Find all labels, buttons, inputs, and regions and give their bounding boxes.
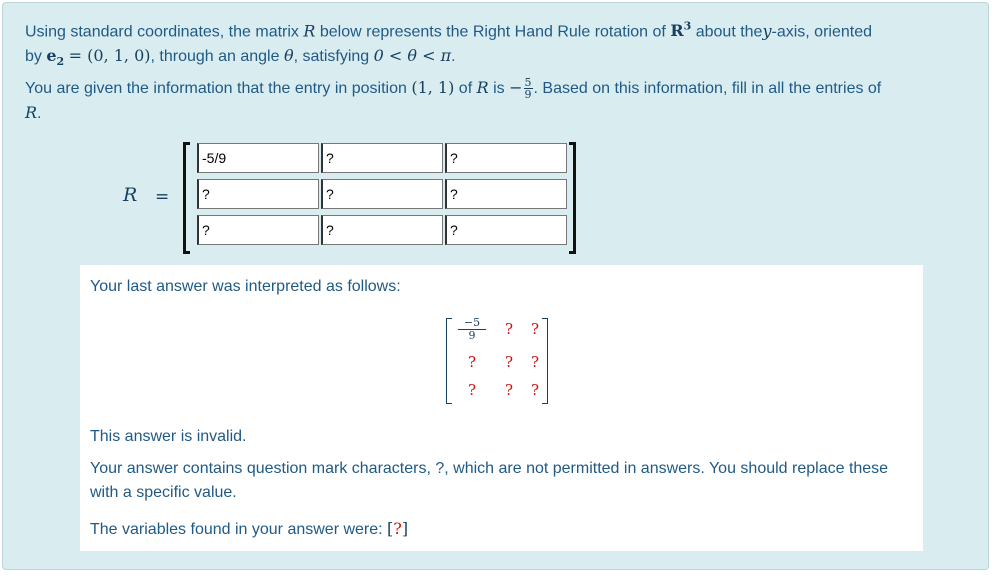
left-bracket: [183, 142, 190, 254]
math-R: R: [303, 21, 316, 41]
text: . Based on this information, fill in all…: [533, 80, 882, 97]
text: You are given the information that the e…: [25, 80, 407, 97]
math-minus: −: [509, 78, 523, 97]
matrix-cell-3-3[interactable]: ?: [445, 215, 567, 245]
invalid-message: This answer is invalid.: [90, 428, 247, 445]
math-position: (1, 1): [411, 78, 455, 97]
variable-value: ?: [393, 519, 402, 538]
variables-label: The variables found in your answer were:: [90, 521, 383, 538]
text: .: [451, 48, 456, 66]
display-fraction: −5 9: [458, 317, 486, 342]
matrix-cell-3-1[interactable]: ?: [197, 215, 319, 245]
display-cell-3-2: ?: [504, 381, 514, 399]
matrix-cell-1-2[interactable]: ?: [321, 143, 443, 173]
question-text: Using standard coordinates, the matrix R…: [25, 15, 975, 75]
matrix-cell-2-1[interactable]: ?: [197, 179, 319, 209]
display-cell-2-2: ?: [504, 353, 514, 371]
interpreted-label: Your last answer was interpreted as foll…: [90, 278, 401, 295]
equals-sign: =: [155, 187, 170, 207]
math-vector: = (0, 1, 0): [68, 46, 151, 66]
right-bracket: [569, 142, 576, 254]
display-cell-1-3: ?: [530, 320, 540, 338]
text: by: [25, 48, 42, 66]
question-card: Using standard coordinates, the matrix R…: [2, 2, 989, 570]
feedback-panel: Your last answer was interpreted as foll…: [80, 265, 923, 551]
math-inequality: 0 < θ < π: [373, 46, 452, 66]
display-cell-3-1: ?: [467, 381, 477, 399]
math-R3: R3: [670, 20, 692, 41]
display-cell-2-1: ?: [467, 353, 477, 371]
vars-close-bracket: ]: [401, 519, 409, 538]
math-R: R: [476, 78, 489, 97]
matrix-cell-3-2[interactable]: ?: [321, 215, 443, 245]
text: below represents the Right Hand Rule rot…: [319, 23, 666, 41]
matrix-cell-2-3[interactable]: ?: [445, 179, 567, 209]
math-R: R: [25, 103, 38, 122]
text: .: [37, 105, 42, 122]
matrix-cell-1-1[interactable]: -5/9: [197, 143, 319, 173]
display-left-bracket: [446, 318, 452, 404]
matrix-cell-1-3[interactable]: ?: [445, 143, 567, 173]
text: Using standard coordinates, the matrix: [25, 23, 299, 41]
math-y: y: [762, 21, 772, 41]
math-fraction: 59: [523, 76, 533, 102]
text: is: [493, 80, 505, 97]
variables-line: The variables found in your answer were:…: [90, 517, 408, 542]
text: , satisfying: [293, 48, 370, 66]
math-e2: e2: [46, 46, 65, 69]
error-explanation: Your answer contains question mark chara…: [90, 460, 889, 501]
text: about the: [695, 23, 763, 41]
math-theta: θ: [283, 46, 294, 66]
given-text: You are given the information that the e…: [25, 76, 975, 126]
matrix-label: R: [123, 184, 138, 206]
matrix-cell-2-2[interactable]: ?: [321, 179, 443, 209]
text: of: [458, 80, 473, 97]
display-cell-3-3: ?: [530, 381, 540, 399]
display-cell-1-2: ?: [504, 320, 514, 338]
text: , through an angle: [150, 48, 280, 66]
display-cell-2-3: ?: [530, 353, 540, 371]
text: -axis, oriented: [771, 23, 873, 41]
